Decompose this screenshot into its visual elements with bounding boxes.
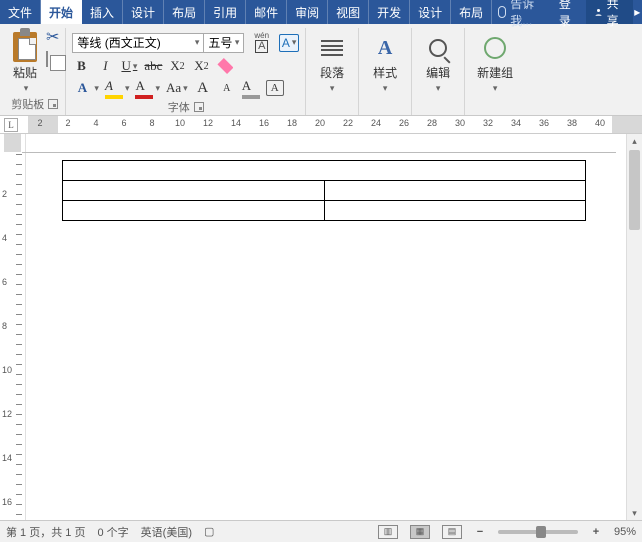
- tab-view[interactable]: 视图: [328, 0, 369, 24]
- group-newgroup: 新建组 ▾: [465, 28, 525, 115]
- scroll-thumb[interactable]: [629, 150, 640, 230]
- clipboard-dialog-launcher[interactable]: [48, 99, 58, 109]
- paragraph-button[interactable]: 段落 ▾: [312, 28, 352, 94]
- menu-bar: 文件 开始 插入 设计 布局 引用 邮件 审阅 视图 开发 设计 布局 告诉我.…: [0, 0, 642, 24]
- tab-references[interactable]: 引用: [205, 0, 246, 24]
- web-layout-button[interactable]: ▤: [442, 525, 462, 539]
- document-table[interactable]: [62, 160, 586, 221]
- table-cell[interactable]: [63, 181, 325, 201]
- group-font-title: 字体: [168, 99, 190, 115]
- tab-developer[interactable]: 开发: [369, 0, 410, 24]
- tab-table-design[interactable]: 设计: [410, 0, 451, 24]
- grow-font-button[interactable]: A: [194, 79, 212, 97]
- char-shading-button[interactable]: A: [242, 79, 260, 97]
- circle-icon: [484, 37, 506, 59]
- table-cell[interactable]: [324, 181, 586, 201]
- group-font: 等线 (西文正文)▾ 五号▾ wénA A B I U abc X2 X2 A …: [66, 28, 306, 115]
- bold-button[interactable]: B: [72, 57, 90, 75]
- zoom-slider[interactable]: [498, 530, 578, 534]
- font-dialog-launcher[interactable]: [194, 102, 204, 112]
- italic-button[interactable]: I: [96, 57, 114, 75]
- document-area: 246810121416 ▴ ▾: [0, 134, 642, 520]
- table-cell[interactable]: [324, 201, 586, 221]
- copy-icon: [46, 51, 48, 67]
- share-button[interactable]: 共享: [586, 0, 633, 24]
- font-name-combo[interactable]: 等线 (西文正文)▾: [72, 33, 204, 53]
- vertical-ruler[interactable]: 246810121416: [0, 134, 26, 520]
- shrink-font-button[interactable]: A: [218, 79, 236, 97]
- zoom-in-button[interactable]: +: [590, 526, 602, 538]
- group-styles: A 样式 ▾: [359, 28, 412, 115]
- highlight-button[interactable]: A: [105, 79, 130, 97]
- font-color-button[interactable]: A: [135, 79, 160, 97]
- group-clipboard: 粘贴 ▾ ✂ 剪贴板: [4, 28, 66, 115]
- tab-mailings[interactable]: 邮件: [246, 0, 287, 24]
- macro-indicator[interactable]: ▢: [204, 525, 214, 538]
- tell-me-search[interactable]: 告诉我...: [492, 0, 551, 24]
- tab-selector[interactable]: L: [4, 118, 18, 132]
- group-paragraph: 段落 ▾: [306, 28, 359, 115]
- tab-insert[interactable]: 插入: [82, 0, 123, 24]
- page-canvas[interactable]: [28, 136, 638, 518]
- tab-home[interactable]: 开始: [41, 0, 82, 24]
- underline-button[interactable]: U: [120, 57, 138, 75]
- group-clipboard-title: 剪贴板: [11, 96, 44, 112]
- styles-icon: A: [378, 37, 392, 60]
- read-mode-button[interactable]: ▥: [378, 525, 398, 539]
- text-effects-button[interactable]: A: [72, 79, 99, 97]
- enclose-char-button[interactable]: A: [266, 79, 284, 97]
- tab-table-layout[interactable]: 布局: [451, 0, 492, 24]
- lightbulb-icon: [498, 6, 506, 18]
- editing-button[interactable]: 编辑 ▾: [418, 28, 458, 94]
- paragraph-icon: [321, 39, 343, 57]
- ribbon-arrow[interactable]: ▸: [633, 0, 642, 24]
- group-editing: 编辑 ▾: [412, 28, 465, 115]
- language-indicator[interactable]: 英语(美国): [141, 524, 192, 540]
- print-layout-button[interactable]: ▦: [410, 525, 430, 539]
- eraser-icon: [217, 58, 233, 74]
- copy-button[interactable]: [46, 52, 59, 66]
- clear-format-button[interactable]: [216, 57, 234, 75]
- zoom-out-button[interactable]: −: [474, 526, 486, 538]
- table-cell[interactable]: [63, 201, 325, 221]
- paste-icon: [10, 28, 40, 62]
- person-icon: [594, 6, 603, 18]
- vertical-scrollbar[interactable]: ▴ ▾: [626, 134, 642, 520]
- status-bar: 第 1 页，共 1 页 0 个字 英语(美国) ▢ ▥ ▦ ▤ − + 95%: [0, 520, 642, 542]
- zoom-level[interactable]: 95%: [614, 526, 636, 538]
- font-size-combo[interactable]: 五号▾: [204, 33, 244, 53]
- table-cell[interactable]: [63, 161, 586, 181]
- tab-review[interactable]: 审阅: [287, 0, 328, 24]
- change-case-button[interactable]: Aa: [166, 79, 188, 97]
- tab-design[interactable]: 设计: [123, 0, 164, 24]
- horizontal-ruler[interactable]: L 2246810121416182022242628303234363840: [0, 116, 642, 134]
- styles-button[interactable]: A 样式 ▾: [365, 28, 405, 94]
- phonetic-guide-button[interactable]: wénA: [254, 32, 269, 53]
- subscript-button[interactable]: X2: [168, 57, 186, 75]
- paste-button[interactable]: 粘贴 ▾: [10, 28, 40, 94]
- superscript-button[interactable]: X2: [192, 57, 210, 75]
- scroll-up-arrow[interactable]: ▴: [627, 134, 642, 148]
- magnifier-icon: [429, 39, 447, 57]
- ribbon: 粘贴 ▾ ✂ 剪贴板 等线 (西文正文)▾ 五号▾ wénA A B: [0, 24, 642, 116]
- strike-button[interactable]: abc: [144, 57, 162, 75]
- cut-button[interactable]: ✂: [46, 30, 59, 46]
- word-count[interactable]: 0 个字: [97, 524, 128, 540]
- tab-layout[interactable]: 布局: [164, 0, 205, 24]
- login-button[interactable]: 登录: [551, 0, 586, 24]
- page-indicator[interactable]: 第 1 页，共 1 页: [6, 524, 85, 540]
- char-border-button[interactable]: A: [279, 34, 299, 52]
- scroll-down-arrow[interactable]: ▾: [627, 506, 642, 520]
- newgroup-button[interactable]: 新建组 ▾: [471, 28, 519, 94]
- tab-file[interactable]: 文件: [0, 0, 41, 24]
